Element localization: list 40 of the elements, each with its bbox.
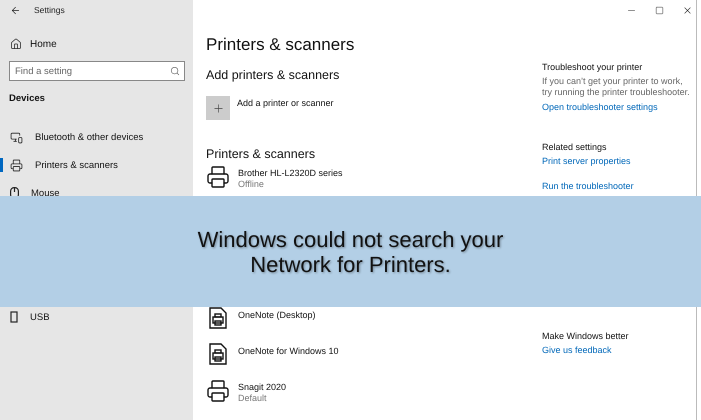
printer-icon: [10, 158, 23, 172]
panel-text: If you can’t get your printer to work, try running the printer troubleshooter.: [542, 76, 691, 98]
window-title: Settings: [34, 5, 65, 15]
document-printer-icon: [209, 343, 227, 365]
page-title: Printers & scanners: [206, 35, 356, 55]
back-icon[interactable]: [10, 4, 21, 16]
printer-icon: [206, 165, 230, 189]
printer-name[interactable]: Snagit 2020: [238, 382, 286, 392]
section-heading: Add printers & scanners: [206, 68, 340, 82]
usb-icon: [10, 311, 18, 323]
printer-name[interactable]: OneNote (Desktop): [238, 310, 316, 320]
section-heading: Printers & scanners: [206, 147, 316, 161]
sidebar-item[interactable]: USB: [0, 310, 193, 324]
selection-bar: [0, 158, 3, 172]
settings-link[interactable]: Give us feedback: [542, 345, 696, 355]
plus-icon: [212, 102, 224, 114]
printer-icon: [206, 379, 230, 403]
search-icon: [170, 66, 180, 76]
devices-icon: [10, 130, 23, 144]
sidebar-item[interactable]: Bluetooth & other devices: [0, 130, 193, 144]
panel-heading: Make Windows better: [542, 331, 630, 341]
maximize-icon: [654, 6, 664, 14]
add-printer-label[interactable]: Add a printer or scanner: [237, 98, 334, 108]
banner-message: Windows could not search your Network for Printers.: [196, 226, 504, 276]
printer-status: Offline: [238, 179, 265, 189]
printer-status: Default: [238, 393, 268, 403]
add-button[interactable]: [206, 96, 230, 120]
printer-name[interactable]: OneNote for Windows 10: [238, 346, 339, 356]
printer-name[interactable]: Brother HL-L2320D series: [238, 168, 343, 178]
close-icon: [682, 4, 692, 16]
settings-link[interactable]: Run the troubleshooter: [542, 181, 696, 191]
settings-link[interactable]: Open troubleshooter settings: [542, 102, 696, 112]
panel-heading: Related settings: [542, 142, 608, 152]
search-field[interactable]: Find a setting: [9, 61, 185, 81]
settings-link[interactable]: Print server properties: [542, 156, 696, 166]
home-icon: [10, 38, 22, 50]
section-heading: Devices: [8, 93, 46, 104]
home-link[interactable]: Home: [0, 35, 193, 53]
panel-heading: Troubleshoot your printer: [542, 62, 644, 72]
document-printer-icon: [209, 307, 227, 329]
